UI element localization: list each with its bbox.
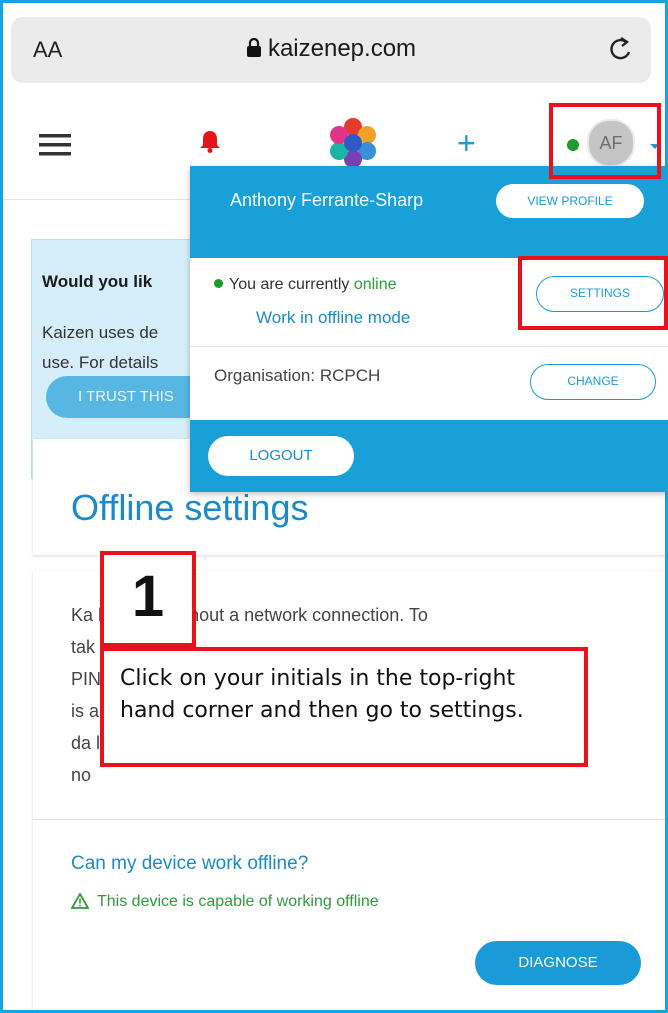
step-number-badge: 1 [100,551,196,647]
warning-triangle-icon [70,892,90,914]
logout-button[interactable]: LOGOUT [208,436,354,476]
cookie-text-line: Kaizen uses de [42,323,159,342]
page-title: Offline settings [71,487,309,528]
instruction-callout: Click on your initials in the top-right … [100,647,588,767]
cookie-text-line: use. For details [42,353,159,372]
dropdown-header: Anthony Ferrante-Sharp VIEW PROFILE [190,166,668,258]
notification-bell-icon[interactable] [199,129,221,158]
divider [33,819,665,820]
description-line: no [71,765,92,785]
work-offline-link[interactable]: Work in offline mode [256,308,410,328]
online-status-dot [214,279,223,288]
settings-highlight-box [518,256,668,330]
reload-icon[interactable] [607,34,635,69]
diagnose-button[interactable]: DIAGNOSE [475,941,641,985]
device-status: This device is capable of working offlin… [70,892,379,914]
hamburger-menu-icon[interactable] [39,133,71,162]
add-icon[interactable]: + [457,127,476,159]
url-field[interactable]: kaizenep.com [11,35,651,65]
online-status-text: You are currently online [214,276,397,294]
description-line: tak [71,637,96,657]
description-line: is a [71,701,100,721]
organisation-label: Organisation: RCPCH [214,366,381,385]
cookie-title: Would you lik [42,272,153,291]
device-status-text: This device is capable of working offlin… [97,893,379,910]
status-word: online [353,276,397,293]
divider [190,346,668,347]
user-full-name: Anthony Ferrante-Sharp [230,190,424,210]
cookie-text: Kaizen uses de use. For details [42,318,202,378]
change-organisation-button[interactable]: CHANGE [530,364,656,400]
avatar-highlight-box [549,103,661,179]
view-profile-button[interactable]: VIEW PROFILE [496,184,644,218]
status-prefix: You are currently [229,276,354,293]
browser-address-bar: AA kaizenep.com [11,17,651,83]
dropdown-footer: LOGOUT [190,420,668,492]
device-offline-question: Can my device work offline? [71,853,309,874]
lock-icon [246,37,262,65]
url-text: kaizenep.com [267,35,417,62]
